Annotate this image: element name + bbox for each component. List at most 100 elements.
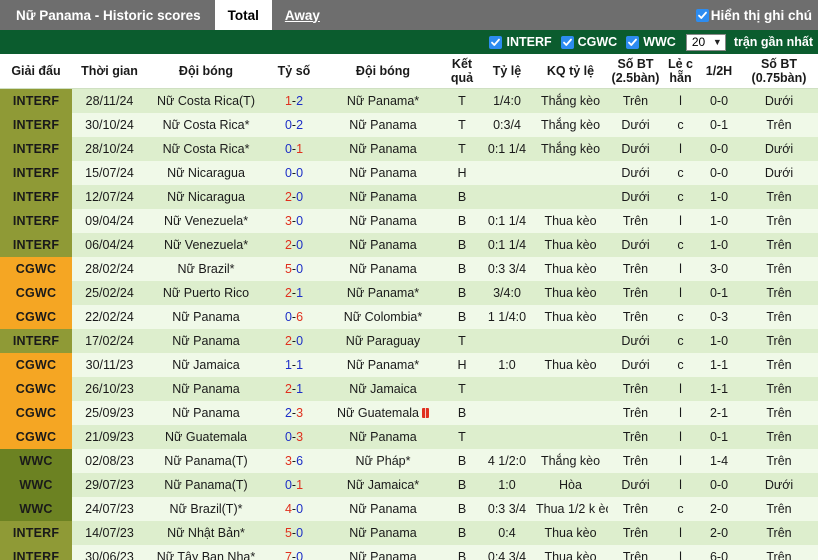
table-row[interactable]: CGWC 22/02/24 Nữ Panama 0-6 Nữ Colombia* B 1 1… (0, 304, 818, 329)
cell-away-team[interactable]: Nữ Panama (323, 160, 443, 185)
cell-away-team[interactable]: Nữ Panama (323, 544, 443, 560)
cell-score[interactable]: 4-0 (265, 496, 323, 521)
cell-score[interactable]: 0-0 (265, 160, 323, 185)
cell-league[interactable]: INTERF (0, 136, 72, 161)
cell-league[interactable]: INTERF (0, 208, 72, 233)
col-result[interactable]: Kết quả (443, 54, 481, 89)
cell-away-team[interactable]: Nữ Jamaica (323, 376, 443, 401)
cell-score[interactable]: 0-1 (265, 136, 323, 161)
cell-score[interactable]: 3-6 (265, 448, 323, 473)
col-ou-25[interactable]: Số BT (2.5bàn) (608, 54, 663, 89)
cell-home-team[interactable]: Nữ Nicaragua (147, 184, 265, 209)
col-odds-result[interactable]: KQ tỷ lệ (533, 54, 608, 89)
cell-home-team[interactable]: Nữ Brazil* (147, 256, 265, 281)
cell-score[interactable]: 0-1 (265, 472, 323, 497)
cell-league[interactable]: CGWC (0, 304, 72, 329)
cell-home-team[interactable]: Nữ Nhật Bản* (147, 520, 265, 545)
cell-home-team[interactable]: Nữ Nicaragua (147, 160, 265, 185)
table-row[interactable]: INTERF 30/06/23 Nữ Tây Ban Nha* 7-0 Nữ Panam… (0, 544, 818, 560)
table-row[interactable]: INTERF 09/04/24 Nữ Venezuela* 3-0 Nữ Panama B… (0, 208, 818, 233)
cell-away-team[interactable]: Nữ Panama* (323, 352, 443, 377)
cell-score[interactable]: 1-2 (265, 88, 323, 113)
cell-away-team[interactable]: Nữ Panama* (323, 88, 443, 113)
cell-home-team[interactable]: Nữ Panama (147, 328, 265, 353)
tab-away[interactable]: Away (272, 0, 333, 30)
cell-home-team[interactable]: Nữ Puerto Rico (147, 280, 265, 305)
cell-away-team[interactable]: Nữ Panama (323, 232, 443, 257)
cell-league[interactable]: WWC (0, 448, 72, 473)
cell-league[interactable]: INTERF (0, 88, 72, 113)
cell-score[interactable]: 1-1 (265, 352, 323, 377)
cell-home-team[interactable]: Nữ Costa Rica* (147, 136, 265, 161)
cell-league[interactable]: CGWC (0, 400, 72, 425)
cell-score[interactable]: 2-1 (265, 280, 323, 305)
cell-away-team[interactable]: Nữ Panama (323, 112, 443, 137)
cell-score[interactable]: 0-2 (265, 112, 323, 137)
filter-interf-checkbox[interactable] (489, 35, 503, 49)
cell-home-team[interactable]: Nữ Tây Ban Nha* (147, 544, 265, 560)
filter-cgwc-checkbox[interactable] (560, 35, 574, 49)
cell-away-team[interactable]: Nữ Panama (323, 520, 443, 545)
cell-home-team[interactable]: Nữ Panama (147, 400, 265, 425)
col-away-team[interactable]: Đội bóng (323, 54, 443, 89)
col-odd-even[interactable]: Lẻ c hẵn (663, 54, 698, 89)
cell-away-team[interactable]: Nữ Panama* (323, 280, 443, 305)
filter-wwc[interactable]: WWC (626, 35, 676, 49)
table-row[interactable]: INTERF 14/07/23 Nữ Nhật Bản* 5-0 Nữ Panama B 0… (0, 520, 818, 545)
cell-score[interactable]: 5-0 (265, 256, 323, 281)
col-ou-075[interactable]: Số BT (0.75bàn) (740, 54, 818, 89)
table-row[interactable]: CGWC 21/09/23 Nữ Guatemala 0-3 Nữ Panama T Trê… (0, 424, 818, 449)
table-row[interactable]: CGWC 28/02/24 Nữ Brazil* 5-0 Nữ Panama B 0:3 3… (0, 256, 818, 281)
cell-away-team[interactable]: Nữ Paraguay (323, 328, 443, 353)
cell-home-team[interactable]: Nữ Venezuela* (147, 208, 265, 233)
cell-away-team[interactable]: Nữ Panama (323, 184, 443, 209)
table-row[interactable]: WWC 02/08/23 Nữ Panama(T) 3-6 Nữ Pháp* B 4 1/2… (0, 448, 818, 473)
cell-away-team[interactable]: Nữ Guatemala (323, 400, 443, 425)
cell-score[interactable]: 0-3 (265, 424, 323, 449)
cell-league[interactable]: CGWC (0, 352, 72, 377)
cell-away-team[interactable]: Nữ Panama (323, 208, 443, 233)
cell-league[interactable]: INTERF (0, 184, 72, 209)
cell-away-team[interactable]: Nữ Colombia* (323, 304, 443, 329)
table-row[interactable]: INTERF 28/10/24 Nữ Costa Rica* 0-1 Nữ Panama… (0, 136, 818, 161)
col-odds[interactable]: Tỷ lệ (481, 54, 533, 89)
table-row[interactable]: INTERF 12/07/24 Nữ Nicaragua 2-0 Nữ Panama B D… (0, 184, 818, 209)
match-count-select[interactable]: 20 ▼ (685, 33, 726, 51)
show-notes-checkbox[interactable] (695, 8, 709, 22)
cell-home-team[interactable]: Nữ Costa Rica(T) (147, 88, 265, 113)
col-score[interactable]: Tỷ số (265, 54, 323, 89)
col-home-team[interactable]: Đội bóng (147, 54, 265, 89)
cell-league[interactable]: CGWC (0, 256, 72, 281)
cell-home-team[interactable]: Nữ Panama (147, 304, 265, 329)
cell-league[interactable]: WWC (0, 496, 72, 521)
table-row[interactable]: INTERF 30/10/24 Nữ Costa Rica* 0-2 Nữ Panama… (0, 112, 818, 137)
table-row[interactable]: CGWC 25/09/23 Nữ Panama 2-3 Nữ Guatemala B Trê… (0, 400, 818, 425)
cell-home-team[interactable]: Nữ Panama(T) (147, 448, 265, 473)
cell-away-team[interactable]: Nữ Panama (323, 256, 443, 281)
cell-away-team[interactable]: Nữ Panama (323, 496, 443, 521)
filter-cgwc[interactable]: CGWC (560, 35, 617, 49)
cell-away-team[interactable]: Nữ Panama (323, 136, 443, 161)
table-row[interactable]: WWC 24/07/23 Nữ Brazil(T)* 4-0 Nữ Panama B 0:3… (0, 496, 818, 521)
cell-league[interactable]: INTERF (0, 544, 72, 560)
cell-away-team[interactable]: Nữ Panama (323, 424, 443, 449)
cell-away-team[interactable]: Nữ Pháp* (323, 448, 443, 473)
col-half-time[interactable]: 1/2H (698, 54, 740, 89)
cell-home-team[interactable]: Nữ Brazil(T)* (147, 496, 265, 521)
cell-home-team[interactable]: Nữ Jamaica (147, 352, 265, 377)
cell-home-team[interactable]: Nữ Costa Rica* (147, 112, 265, 137)
cell-league[interactable]: WWC (0, 472, 72, 497)
table-row[interactable]: INTERF 17/02/24 Nữ Panama 2-0 Nữ Paraguay T Dư… (0, 328, 818, 353)
cell-home-team[interactable]: Nữ Venezuela* (147, 232, 265, 257)
cell-league[interactable]: CGWC (0, 376, 72, 401)
table-row[interactable]: CGWC 25/02/24 Nữ Puerto Rico 2-1 Nữ Panama* B… (0, 280, 818, 305)
cell-home-team[interactable]: Nữ Panama(T) (147, 472, 265, 497)
filter-interf[interactable]: INTERF (489, 35, 552, 49)
col-league[interactable]: Giải đấu (0, 54, 72, 89)
table-row[interactable]: WWC 29/07/23 Nữ Panama(T) 0-1 Nữ Jamaica* B 1:… (0, 472, 818, 497)
cell-league[interactable]: INTERF (0, 328, 72, 353)
table-row[interactable]: CGWC 30/11/23 Nữ Jamaica 1-1 Nữ Panama* H 1:0 T… (0, 352, 818, 377)
cell-score[interactable]: 5-0 (265, 520, 323, 545)
cell-away-team[interactable]: Nữ Jamaica* (323, 472, 443, 497)
cell-score[interactable]: 2-0 (265, 328, 323, 353)
